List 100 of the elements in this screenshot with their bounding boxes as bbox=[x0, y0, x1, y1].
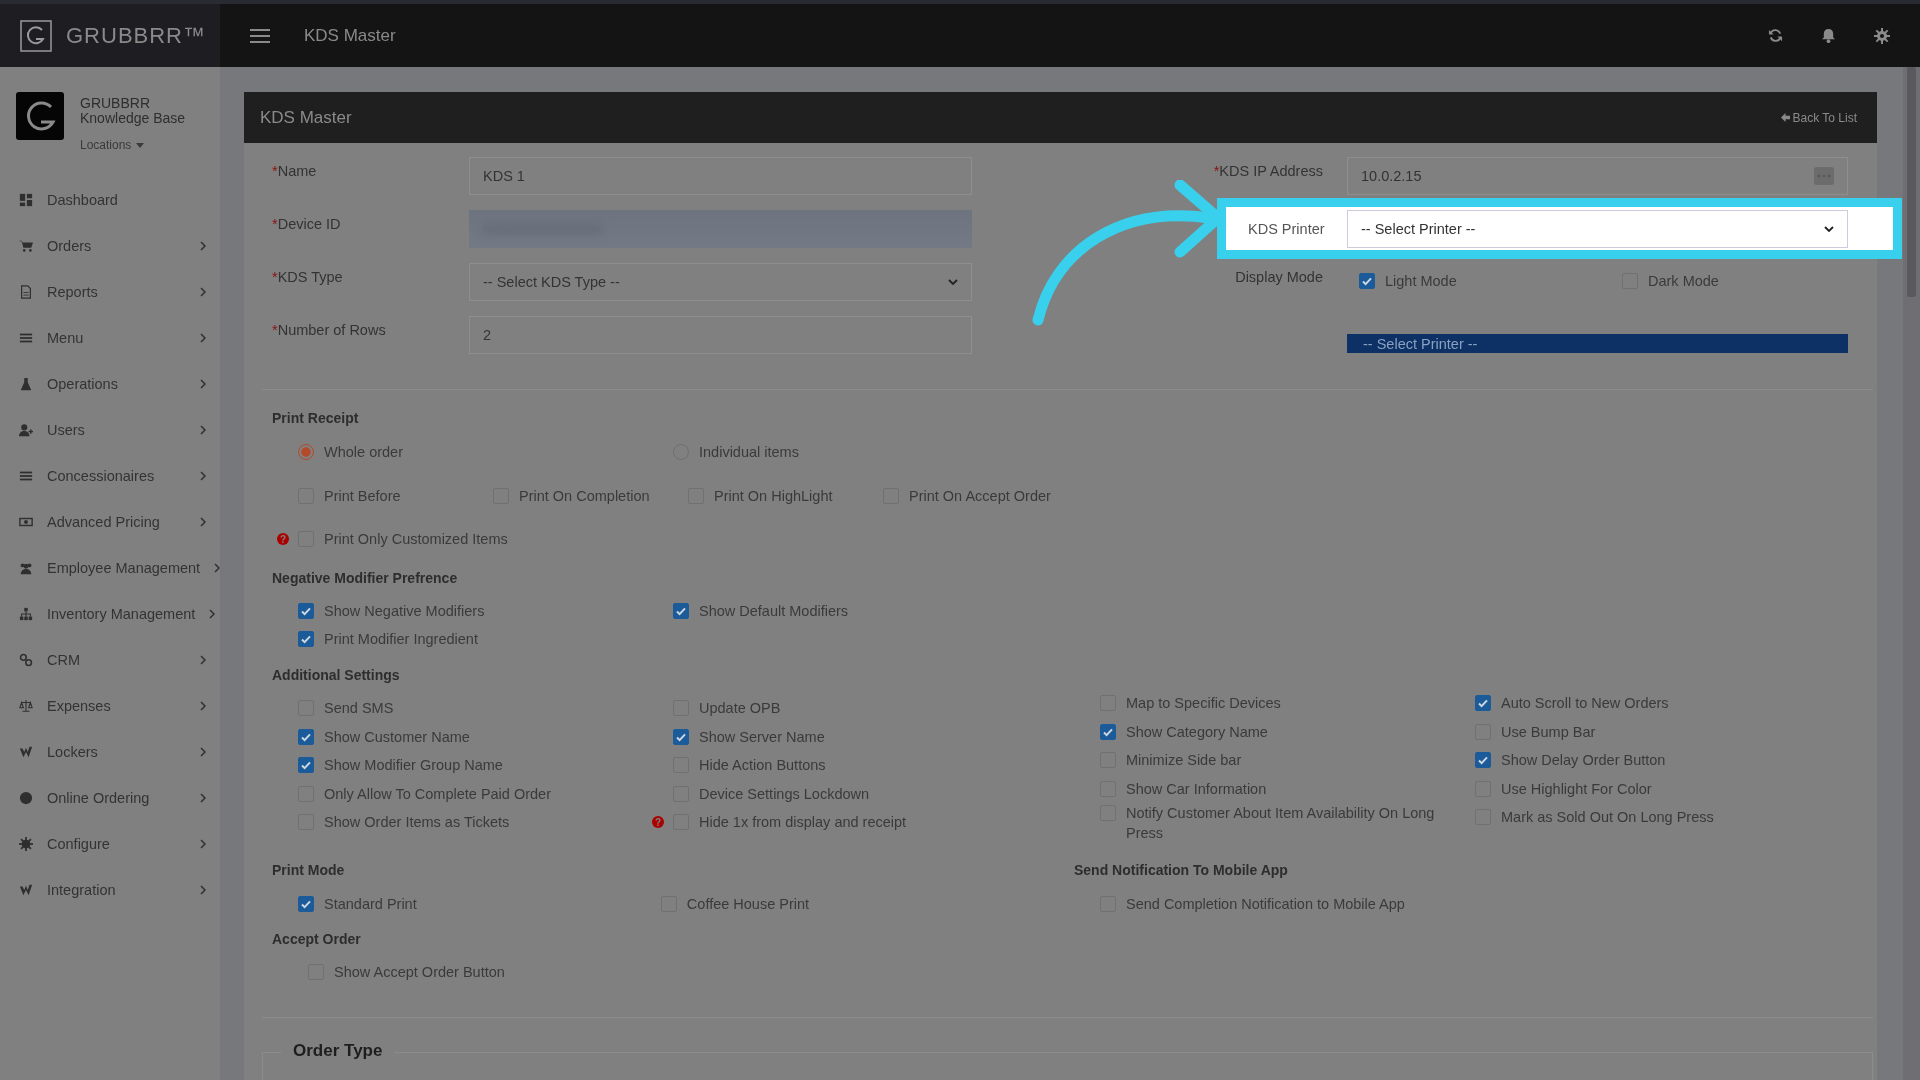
select-field[interactable]: -- Select KDS Type -- bbox=[469, 263, 972, 301]
checkbox-label: Show Negative Modifiers bbox=[324, 603, 485, 619]
menu-icon[interactable] bbox=[250, 28, 270, 43]
checkbox[interactable] bbox=[298, 631, 314, 647]
checkbox-label: Send Completion Notification to Mobile App bbox=[1126, 896, 1405, 912]
checkbox-label: Show Customer Name bbox=[324, 728, 470, 745]
section-title: Send Notification To Mobile App bbox=[1074, 862, 1289, 878]
checkbox-label: Show Car Information bbox=[1126, 780, 1267, 797]
sidebar-item[interactable]: Online Ordering bbox=[0, 775, 220, 821]
sidebar-item[interactable]: Integration bbox=[0, 867, 220, 913]
back-link[interactable]: Back To List bbox=[1780, 110, 1857, 125]
checkbox[interactable] bbox=[1475, 752, 1491, 769]
sidebar-item[interactable]: Users bbox=[0, 407, 220, 453]
checkbox[interactable] bbox=[298, 603, 314, 619]
locations-dropdown[interactable]: Locations bbox=[80, 138, 145, 152]
checkbox[interactable] bbox=[673, 603, 689, 619]
sidebar-item[interactable]: Orders bbox=[0, 223, 220, 269]
checkbox[interactable] bbox=[298, 728, 314, 745]
sidebar-label: Integration bbox=[47, 882, 117, 898]
list-icon bbox=[19, 469, 33, 483]
checkbox-label: Coffee House Print bbox=[686, 896, 810, 912]
user-plus-icon bbox=[19, 423, 33, 437]
input-field[interactable]: 10.0.2.15 bbox=[1347, 157, 1848, 195]
chevron-down-icon bbox=[1824, 225, 1834, 232]
sidebar-item[interactable]: Reports bbox=[0, 269, 220, 315]
sidebar-item[interactable]: Lockers bbox=[0, 729, 220, 775]
sidebar-label: Inventory Management bbox=[47, 606, 196, 622]
field-label: Device ID bbox=[277, 216, 341, 232]
sidebar-label: Advanced Pricing bbox=[47, 514, 161, 530]
fieldset-legend: Order Type bbox=[281, 1041, 395, 1061]
input-field[interactable]: 2 bbox=[469, 316, 972, 354]
sidebar-item[interactable]: Operations bbox=[0, 361, 220, 407]
sidebar-label: Expenses bbox=[47, 698, 112, 714]
checkbox-label: Show Accept Order Button bbox=[334, 964, 505, 980]
refresh-icon[interactable] bbox=[1768, 28, 1783, 43]
flask-icon bbox=[19, 377, 33, 391]
settings-icon[interactable] bbox=[1874, 27, 1890, 44]
checkbox-label: Show Category Name bbox=[1126, 723, 1268, 740]
sidebar-item[interactable]: Dashboard bbox=[0, 177, 220, 223]
checkbox-label: Standard Print bbox=[324, 896, 417, 912]
required-mark: * bbox=[272, 322, 278, 338]
sidebar-item[interactable]: Inventory Management bbox=[0, 591, 220, 637]
sidebar-label: Menu bbox=[47, 330, 85, 346]
field-label: KDS Printer bbox=[1247, 220, 1323, 237]
checkbox-label: Light Mode bbox=[1385, 273, 1457, 289]
sidebar-item[interactable]: Concessionaires bbox=[0, 453, 220, 499]
checkbox[interactable] bbox=[1359, 273, 1375, 289]
sidebar-label: Users bbox=[47, 422, 86, 438]
bell-icon[interactable] bbox=[1821, 28, 1836, 43]
section-title: Negative Modifier Prefrence bbox=[272, 570, 459, 586]
logo-icon bbox=[16, 92, 64, 140]
sidebar-label: Concessionaires bbox=[47, 468, 156, 484]
more-icon[interactable] bbox=[1814, 167, 1834, 185]
checkbox-label: Show Modifier Group Name bbox=[324, 757, 503, 774]
checkbox-label: Print Before bbox=[324, 488, 401, 504]
help-icon[interactable]: ? bbox=[277, 533, 289, 545]
checkbox-label: Show Delay Order Button bbox=[1501, 752, 1666, 769]
logo-icon bbox=[20, 19, 52, 52]
sidebar-item[interactable]: Employee Management bbox=[0, 545, 220, 591]
sidebar-item[interactable]: Configure bbox=[0, 821, 220, 867]
help-icon[interactable]: ? bbox=[652, 816, 664, 829]
sidebar-item[interactable]: Advanced Pricing bbox=[0, 499, 220, 545]
sidebar-item[interactable]: CRM bbox=[0, 637, 220, 683]
dropdown-option[interactable]: -- Select Printer -- bbox=[1347, 334, 1848, 353]
radio-button[interactable] bbox=[298, 444, 314, 460]
checkbox[interactable] bbox=[1100, 723, 1116, 740]
input-field[interactable] bbox=[469, 210, 972, 248]
checkbox-label: Dark Mode bbox=[1648, 273, 1719, 289]
scrollbar[interactable] bbox=[1903, 67, 1920, 1080]
field-label: Name bbox=[277, 163, 317, 179]
checkbox-label: Use Highlight For Color bbox=[1501, 780, 1652, 797]
back-arrow-icon bbox=[1780, 113, 1790, 122]
checkbox-label: Print Only Customized Items bbox=[324, 531, 508, 547]
panel-title: KDS Master bbox=[260, 107, 352, 128]
sidebar-item[interactable]: Menu bbox=[0, 315, 220, 361]
checkbox-label: Notify Customer About Item Availability On Long Press bbox=[1126, 804, 1436, 843]
checkbox[interactable] bbox=[298, 757, 314, 774]
radio-label: Individual items bbox=[699, 444, 799, 460]
radio-label: Whole order bbox=[324, 444, 403, 460]
checkbox[interactable] bbox=[673, 728, 689, 745]
checkbox-label: Hide Action Buttons bbox=[699, 757, 826, 774]
sidebar-label: Employee Management bbox=[47, 560, 201, 576]
dashboard-icon bbox=[19, 193, 33, 207]
caret-icon bbox=[136, 142, 145, 148]
sidebar-label: Lockers bbox=[47, 744, 99, 760]
checkbox-label: Device Settings Lockdown bbox=[699, 785, 870, 802]
document-icon bbox=[19, 285, 33, 299]
checkbox-label: Send SMS bbox=[324, 700, 394, 717]
required-mark: * bbox=[272, 163, 278, 179]
list-icon bbox=[19, 331, 33, 345]
input-field[interactable]: KDS 1 bbox=[469, 157, 972, 195]
field-label: Display Mode bbox=[1234, 268, 1323, 285]
w-icon bbox=[19, 883, 33, 897]
checkbox[interactable] bbox=[1475, 695, 1491, 712]
page-title: KDS Master bbox=[304, 25, 396, 46]
select-field[interactable]: -- Select Printer -- bbox=[1347, 209, 1848, 248]
checkbox[interactable] bbox=[298, 896, 314, 912]
sidebar-item[interactable]: Expenses bbox=[0, 683, 220, 729]
sidebar-label: Operations bbox=[47, 376, 119, 392]
sidebar-label: Orders bbox=[47, 238, 93, 254]
